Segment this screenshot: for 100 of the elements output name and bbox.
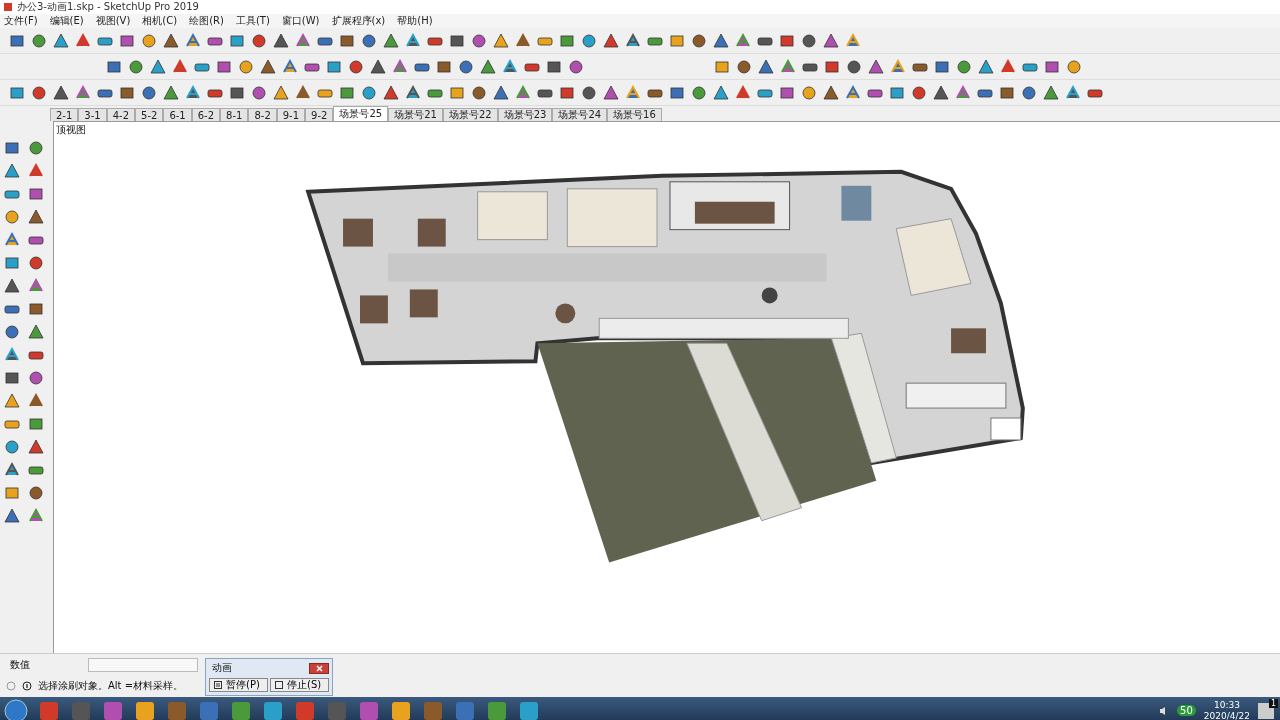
tool-icon[interactable] xyxy=(822,83,840,102)
measurements-field[interactable] xyxy=(88,658,198,672)
pause-button[interactable]: 暂停(P) xyxy=(209,678,268,692)
scene-tab[interactable]: 8-2 xyxy=(248,108,277,121)
menu-item[interactable]: 相机(C) xyxy=(142,14,178,28)
tool-icon[interactable] xyxy=(800,83,818,102)
tool-icon[interactable] xyxy=(3,438,21,456)
menu-item[interactable]: 帮助(H) xyxy=(397,14,433,28)
tool-icon[interactable] xyxy=(602,83,620,102)
scene-tab[interactable]: 4-2 xyxy=(106,108,136,121)
tool-icon[interactable] xyxy=(580,83,598,102)
tool-icon[interactable] xyxy=(360,31,378,50)
tool-icon[interactable] xyxy=(690,31,708,50)
tool-icon[interactable] xyxy=(845,57,863,76)
menu-item[interactable]: 扩展程序(x) xyxy=(331,14,386,28)
tool-icon[interactable] xyxy=(910,83,928,102)
tool-icon[interactable] xyxy=(27,323,45,341)
scene-tab[interactable]: 5-2 xyxy=(135,108,164,121)
tool-icon[interactable] xyxy=(27,208,45,226)
scene-tab[interactable]: 9-2 xyxy=(305,108,334,121)
menu-item[interactable]: 工具(T) xyxy=(235,14,270,28)
tool-icon[interactable] xyxy=(3,484,21,502)
tool-icon[interactable] xyxy=(3,323,21,341)
tool-icon[interactable] xyxy=(3,254,21,272)
tool-icon[interactable] xyxy=(712,83,730,102)
tool-icon[interactable] xyxy=(52,31,70,50)
scene-tab[interactable]: 3-1 xyxy=(78,108,107,121)
tool-icon[interactable] xyxy=(27,415,45,433)
taskbar-app-icon[interactable] xyxy=(390,699,412,720)
tool-icon[interactable] xyxy=(382,31,400,50)
tool-icon[interactable] xyxy=(3,139,21,157)
taskbar-app-icon[interactable] xyxy=(262,699,284,720)
tool-icon[interactable] xyxy=(1042,83,1060,102)
tool-icon[interactable] xyxy=(3,277,21,295)
tool-icon[interactable] xyxy=(712,31,730,50)
taskbar-app-icon[interactable] xyxy=(486,699,508,720)
close-button[interactable] xyxy=(309,662,329,674)
tool-icon[interactable] xyxy=(259,57,277,76)
tool-icon[interactable] xyxy=(272,31,290,50)
tool-icon[interactable] xyxy=(30,31,48,50)
tool-icon[interactable] xyxy=(140,31,158,50)
tool-icon[interactable] xyxy=(735,57,753,76)
tool-icon[interactable] xyxy=(457,57,475,76)
tool-icon[interactable] xyxy=(3,507,21,525)
tool-icon[interactable] xyxy=(27,369,45,387)
tool-icon[interactable] xyxy=(1020,83,1038,102)
scene-tab[interactable]: 场景号24 xyxy=(552,108,608,121)
tool-icon[interactable] xyxy=(1065,57,1083,76)
tool-icon[interactable] xyxy=(757,57,775,76)
menu-item[interactable]: 文件(F) xyxy=(4,14,38,28)
scene-tab[interactable]: 场景号16 xyxy=(607,108,662,121)
scene-tab[interactable]: 9-1 xyxy=(276,108,306,121)
tool-icon[interactable] xyxy=(162,83,180,102)
stop-button[interactable]: 停止(S) xyxy=(270,678,329,692)
scene-tab[interactable]: 6-2 xyxy=(191,108,221,121)
tool-icon[interactable] xyxy=(27,185,45,203)
tool-icon[interactable] xyxy=(237,57,255,76)
tool-icon[interactable] xyxy=(27,139,45,157)
tool-icon[interactable] xyxy=(3,162,21,180)
tool-icon[interactable] xyxy=(955,57,973,76)
tool-icon[interactable] xyxy=(479,57,497,76)
menu-item[interactable]: 窗口(W) xyxy=(281,14,320,28)
tool-icon[interactable] xyxy=(932,83,950,102)
tool-icon[interactable] xyxy=(149,57,167,76)
tool-icon[interactable] xyxy=(369,57,387,76)
tool-icon[interactable] xyxy=(3,369,21,387)
tool-icon[interactable] xyxy=(800,31,818,50)
tool-icon[interactable] xyxy=(602,31,620,50)
tool-icon[interactable] xyxy=(977,57,995,76)
tool-icon[interactable] xyxy=(360,83,378,102)
tool-icon[interactable] xyxy=(30,83,48,102)
tool-icon[interactable] xyxy=(27,300,45,318)
scene-tab[interactable]: 6-1 xyxy=(163,108,192,121)
scene-tab[interactable]: 场景号21 xyxy=(388,108,443,121)
menu-item[interactable]: 编辑(E) xyxy=(49,14,84,28)
tool-icon[interactable] xyxy=(27,254,45,272)
tool-icon[interactable] xyxy=(470,83,488,102)
tool-icon[interactable] xyxy=(140,83,158,102)
scene-tab[interactable]: 场景号25 xyxy=(333,106,389,121)
tool-icon[interactable] xyxy=(690,83,708,102)
taskbar-app-icon[interactable] xyxy=(230,699,252,720)
tool-icon[interactable] xyxy=(567,57,585,76)
tool-icon[interactable] xyxy=(382,83,400,102)
tool-icon[interactable] xyxy=(127,57,145,76)
tool-icon[interactable] xyxy=(580,31,598,50)
tool-icon[interactable] xyxy=(867,57,885,76)
tool-icon[interactable] xyxy=(822,31,840,50)
tray-badge[interactable]: 50 xyxy=(1177,705,1196,716)
tool-icon[interactable] xyxy=(250,83,268,102)
tool-icon[interactable] xyxy=(162,31,180,50)
tool-icon[interactable] xyxy=(492,31,510,50)
tool-icon[interactable] xyxy=(3,392,21,410)
tool-icon[interactable] xyxy=(470,31,488,50)
taskbar-app-icon[interactable] xyxy=(134,699,156,720)
tool-icon[interactable] xyxy=(347,57,365,76)
drawing-canvas[interactable]: 顶视图 xyxy=(53,121,1280,653)
tool-icon[interactable] xyxy=(27,484,45,502)
tool-icon[interactable] xyxy=(27,438,45,456)
scene-tab[interactable]: 场景号22 xyxy=(442,108,498,121)
tool-icon[interactable] xyxy=(492,83,510,102)
